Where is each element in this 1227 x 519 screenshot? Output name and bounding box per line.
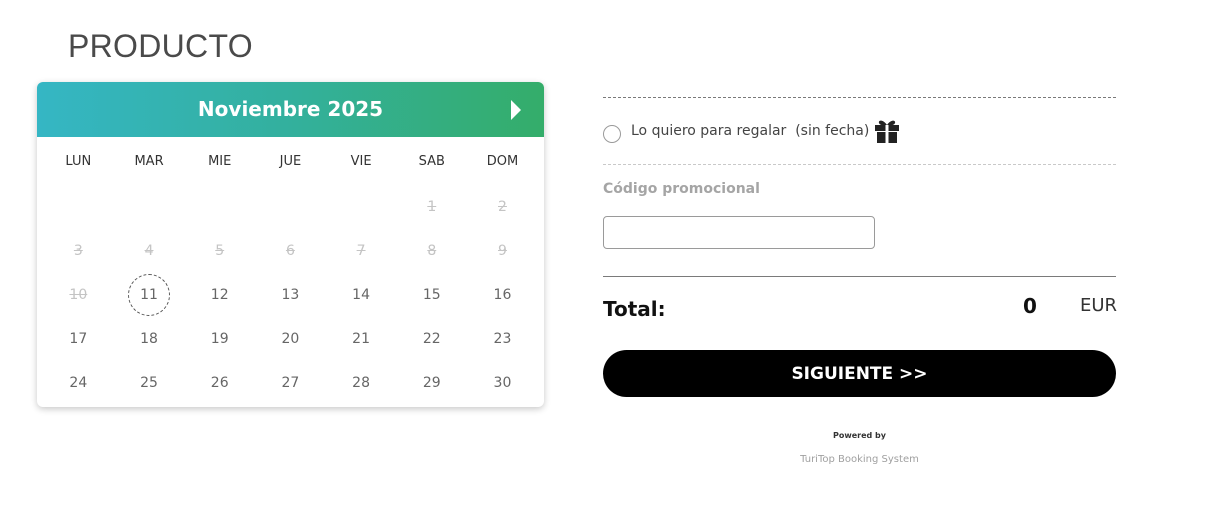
calendar-day-number: 23 bbox=[493, 331, 512, 347]
weekday-label: VIE bbox=[350, 153, 372, 169]
weekday-header-row: LUN MAR MIE JUE VIE SAB DOM bbox=[43, 137, 538, 185]
calendar-day[interactable]: 18 bbox=[114, 317, 185, 361]
calendar-empty-cell bbox=[114, 185, 185, 229]
calendar-day-number: 10 bbox=[69, 287, 88, 303]
calendar-day-number: 6 bbox=[285, 243, 295, 259]
calendar-day: 9 bbox=[467, 229, 538, 273]
calendar-week-row: 17 18 19 20 21 22 23 bbox=[43, 317, 538, 361]
calendar-empty-cell bbox=[326, 185, 397, 229]
calendar-day-number: 20 bbox=[281, 331, 300, 347]
calendar-empty-cell bbox=[184, 185, 255, 229]
calendar-day-number: 17 bbox=[69, 331, 88, 347]
total-value: 0 bbox=[1023, 294, 1037, 318]
calendar-empty-cell bbox=[255, 185, 326, 229]
calendar-day-number: 29 bbox=[422, 375, 441, 391]
calendar-day-number: 22 bbox=[422, 331, 441, 347]
calendar-day[interactable]: 17 bbox=[43, 317, 114, 361]
calendar-day[interactable]: 11 bbox=[114, 273, 185, 317]
divider bbox=[603, 164, 1116, 165]
calendar-day[interactable]: 23 bbox=[467, 317, 538, 361]
calendar-day-number: 2 bbox=[498, 199, 507, 215]
calendar-day[interactable]: 19 bbox=[184, 317, 255, 361]
calendar-day-number: 30 bbox=[493, 375, 512, 391]
calendar-day-number: 26 bbox=[210, 375, 229, 391]
calendar-day-number: 7 bbox=[356, 243, 366, 259]
calendar-day-number: 18 bbox=[140, 331, 158, 347]
total-label: Total: bbox=[603, 297, 666, 321]
weekday-label: SAB bbox=[418, 153, 445, 169]
weekday-label: MIE bbox=[208, 153, 232, 169]
weekday-label: LUN bbox=[65, 153, 92, 169]
calendar-day[interactable]: 16 bbox=[467, 273, 538, 317]
divider bbox=[603, 97, 1116, 98]
calendar-month-label: Noviembre 2025 bbox=[197, 97, 384, 121]
total-currency: EUR bbox=[1080, 295, 1118, 316]
weekday-label: JUE bbox=[279, 153, 302, 169]
calendar-day-number: 24 bbox=[69, 375, 88, 391]
calendar-day: 8 bbox=[396, 229, 467, 273]
calendar-grid: LUN MAR MIE JUE VIE SAB DOM 1 2 3 4 5 6 7 8 9 10 11 12 13 14… bbox=[43, 137, 538, 405]
calendar-day: 3 bbox=[43, 229, 114, 273]
calendar-day-number: 9 bbox=[498, 243, 507, 259]
calendar-day-number: 15 bbox=[422, 287, 441, 303]
calendar-empty-cell bbox=[43, 185, 114, 229]
page-title: PRODUCTO bbox=[68, 28, 253, 64]
calendar-header: Noviembre 2025 bbox=[37, 82, 544, 137]
calendar-day: 10 bbox=[43, 273, 114, 317]
calendar-day-number: 16 bbox=[493, 287, 512, 303]
calendar-day[interactable]: 15 bbox=[396, 273, 467, 317]
caret-right-icon[interactable] bbox=[510, 99, 522, 121]
calendar-day-number: 14 bbox=[352, 287, 370, 303]
calendar-week-row: 12 bbox=[43, 185, 538, 229]
calendar-day[interactable]: 29 bbox=[396, 361, 467, 405]
calendar-day[interactable]: 21 bbox=[326, 317, 397, 361]
calendar-day-number: 8 bbox=[427, 243, 437, 259]
calendar-day-number: 21 bbox=[352, 331, 370, 347]
calendar-day-number: 11 bbox=[128, 274, 171, 316]
promo-code-label: Código promocional bbox=[603, 181, 760, 197]
calendar-day[interactable]: 27 bbox=[255, 361, 326, 405]
calendar-day: 6 bbox=[255, 229, 326, 273]
calendar-day-number: 12 bbox=[210, 287, 229, 303]
next-button[interactable]: SIGUIENTE >> bbox=[603, 350, 1116, 397]
calendar-day[interactable]: 20 bbox=[255, 317, 326, 361]
calendar-day-number: 19 bbox=[210, 331, 229, 347]
calendar-day-number: 27 bbox=[281, 375, 300, 391]
brand-link[interactable]: TuriTop Booking System bbox=[603, 454, 1116, 465]
calendar-day-number: 1 bbox=[427, 199, 437, 215]
weekday-label: MAR bbox=[134, 153, 164, 169]
gift-option[interactable]: Lo quiero para regalar (sin fecha) bbox=[603, 118, 900, 144]
calendar-day-number: 28 bbox=[352, 375, 370, 391]
calendar-day: 2 bbox=[467, 185, 538, 229]
calendar-day-number: 3 bbox=[73, 243, 83, 259]
calendar-day: 7 bbox=[326, 229, 397, 273]
gift-icon bbox=[875, 120, 900, 143]
calendar-day[interactable]: 13 bbox=[255, 273, 326, 317]
calendar-day-number: 13 bbox=[281, 287, 300, 303]
calendar-day[interactable]: 12 bbox=[184, 273, 255, 317]
calendar-day[interactable]: 28 bbox=[326, 361, 397, 405]
gift-radio[interactable] bbox=[603, 125, 621, 143]
calendar-day[interactable]: 14 bbox=[326, 273, 397, 317]
calendar-day[interactable]: 26 bbox=[184, 361, 255, 405]
powered-by-label: Powered by bbox=[833, 431, 886, 440]
calendar-day[interactable]: 24 bbox=[43, 361, 114, 405]
calendar-day: 5 bbox=[184, 229, 255, 273]
calendar-day[interactable]: 30 bbox=[467, 361, 538, 405]
calendar-week-row: 3 4 5 6 7 8 9 bbox=[43, 229, 538, 273]
calendar-day: 1 bbox=[396, 185, 467, 229]
gift-label: Lo quiero para regalar (sin fecha) bbox=[631, 123, 870, 139]
calendar-week-row: 24 25 26 27 28 29 30 bbox=[43, 361, 538, 405]
calendar-day[interactable]: 25 bbox=[114, 361, 185, 405]
calendar-day[interactable]: 22 bbox=[396, 317, 467, 361]
promo-code-input[interactable] bbox=[603, 216, 875, 249]
weekday-label: DOM bbox=[486, 153, 519, 169]
calendar-week-row: 10 11 12 13 14 15 16 bbox=[43, 273, 538, 317]
booking-calendar: Noviembre 2025 LUN MAR MIE JUE VIE SAB DOM 1 2 3 4… bbox=[37, 82, 544, 407]
calendar-day-number: 5 bbox=[215, 243, 225, 259]
calendar-day: 4 bbox=[114, 229, 185, 273]
divider bbox=[603, 276, 1116, 277]
calendar-day-number: 4 bbox=[144, 243, 154, 259]
calendar-day-number: 25 bbox=[140, 375, 158, 391]
